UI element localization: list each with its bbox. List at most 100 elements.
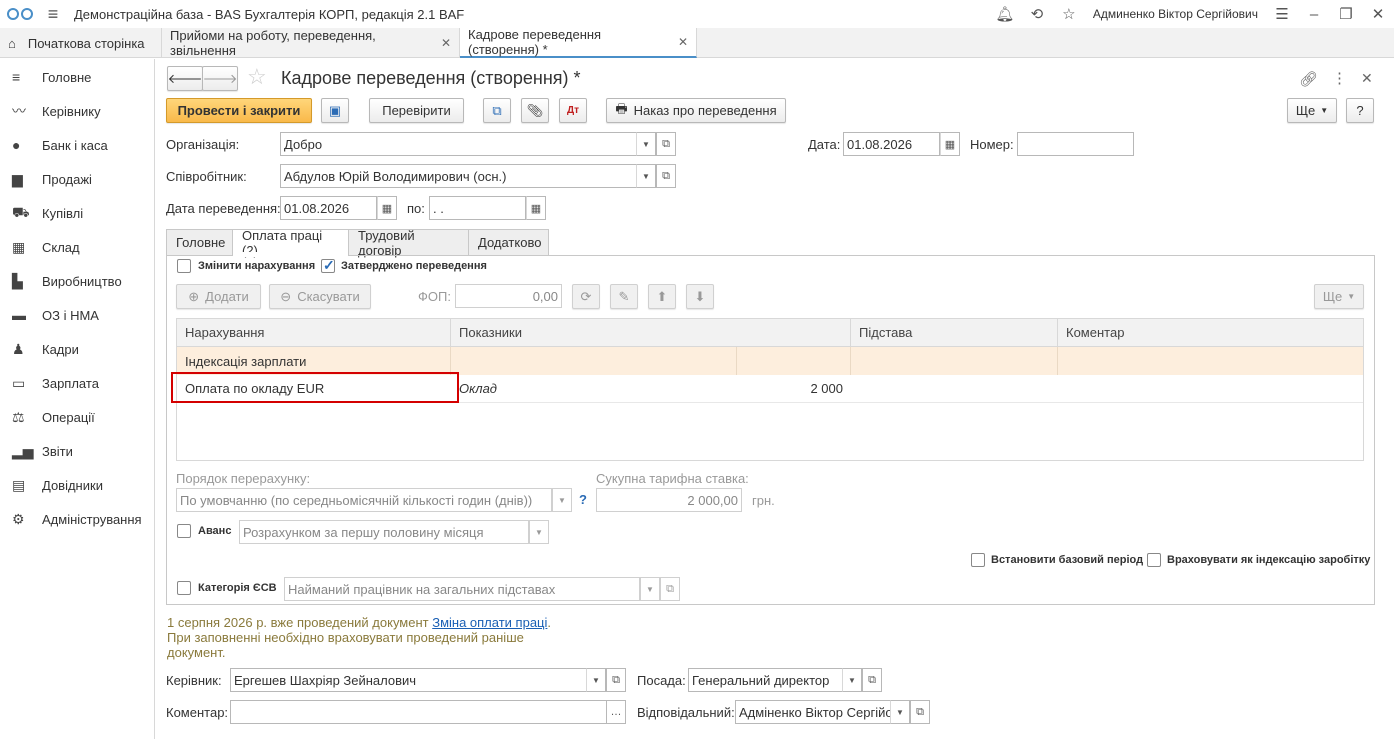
current-user[interactable]: Админенко Віктор Сергійович [1093, 7, 1258, 21]
sidebar-item-main[interactable]: ≡ Головне [0, 60, 154, 94]
org-field[interactable]: Добро [280, 132, 637, 156]
save-button[interactable]: ▣ [321, 98, 349, 123]
tab-home[interactable]: ⌂ Початкова сторінка [0, 28, 162, 58]
tab-main[interactable]: Головне [166, 229, 233, 256]
grid-more-button[interactable]: Ще ▼ [1314, 284, 1364, 309]
responsible-open-icon[interactable]: ⧉ [910, 700, 930, 724]
responsible-field[interactable]: Адміненко Віктор Сергійо [735, 700, 891, 724]
salary-change-link[interactable]: Зміна оплати праці [432, 615, 547, 630]
org-open-icon[interactable]: ⧉ [656, 132, 676, 156]
col-indicators[interactable]: Показники [451, 319, 851, 347]
main-menu-icon[interactable]: ≡ [40, 4, 66, 25]
date-field[interactable]: 01.08.2026 [843, 132, 940, 156]
tab-hiring-list[interactable]: Прийоми на роботу, переведення, звільнен… [162, 28, 460, 58]
sidebar-item-salary[interactable]: ▭ Зарплата [0, 366, 154, 400]
comment-field[interactable] [230, 700, 607, 724]
more-vertical-icon[interactable]: ⋮ [1332, 69, 1347, 87]
approved-checkbox[interactable] [321, 257, 335, 274]
value-cell[interactable]: 2 000 [737, 381, 851, 396]
col-comment[interactable]: Коментар [1058, 319, 1363, 347]
forward-button[interactable]: 🡒 [202, 66, 238, 91]
advance-field[interactable]: Розрахунком за першу половину місяця [239, 520, 529, 544]
app-logo-icon[interactable] [0, 0, 40, 28]
add-button[interactable]: ⊕ Додати [176, 284, 261, 309]
transfer-date-field[interactable]: 01.08.2026 [280, 196, 377, 220]
sidebar-item-production[interactable]: ▙ Виробництво [0, 264, 154, 298]
close-tab-icon[interactable]: ✕ [678, 35, 688, 49]
advance-checkbox[interactable] [177, 524, 191, 538]
calendar-icon[interactable]: ▦ [377, 196, 397, 220]
head-open-icon[interactable]: ⧉ [606, 668, 626, 692]
sidebar-item-sales[interactable]: ▆ Продажі [0, 162, 154, 196]
history-icon[interactable]: ⟲ [1021, 5, 1053, 23]
position-field[interactable]: Генеральний директор [688, 668, 843, 692]
col-basis[interactable]: Підстава [851, 319, 1058, 347]
advance-dropdown-icon[interactable]: ▼ [529, 520, 549, 544]
post-and-close-button[interactable]: Провести і закрити [166, 98, 312, 123]
org-dropdown-icon[interactable]: ▼ [636, 132, 656, 156]
to-date-field[interactable]: . . [429, 196, 526, 220]
back-button[interactable]: 🡐 [167, 66, 203, 91]
more-button[interactable]: Ще ▼ [1287, 98, 1337, 123]
move-up-button[interactable]: ⬆ [648, 284, 676, 309]
postings-button[interactable]: Дт [559, 98, 587, 123]
favorite-star-icon[interactable]: ☆ [247, 64, 267, 90]
calendar-icon[interactable]: ▦ [526, 196, 546, 220]
sidebar-item-admin[interactable]: ⚙ Адміністрування [0, 502, 154, 536]
sidebar-item-catalogs[interactable]: ▤ Довідники [0, 468, 154, 502]
restore-icon[interactable]: ❐ [1330, 5, 1362, 23]
sidebar-item-bank[interactable]: ● Банк і каса [0, 128, 154, 162]
indexation-checkbox[interactable] [1147, 553, 1161, 567]
employee-dropdown-icon[interactable]: ▼ [636, 164, 656, 188]
help-button[interactable]: ? [1346, 98, 1374, 123]
star-icon[interactable]: ☆ [1053, 5, 1085, 23]
calendar-icon[interactable]: ▦ [940, 132, 960, 156]
check-button[interactable]: Перевірити [369, 98, 464, 123]
position-dropdown-icon[interactable]: ▼ [842, 668, 862, 692]
bell-icon[interactable]: 🔔︎ [989, 5, 1021, 23]
link-icon[interactable]: 🔗︎ [1299, 70, 1318, 88]
base-period-checkbox[interactable] [971, 553, 985, 567]
sidebar-item-reports[interactable]: ▂▅ Звіти [0, 434, 154, 468]
tab-employment-contract[interactable]: Трудовий договір [348, 228, 469, 258]
transfer-order-button[interactable]: 🖶 Наказ про переведення [606, 98, 786, 123]
tab-transfer-doc[interactable]: Кадрове переведення (створення) * ✕ [460, 27, 697, 58]
sidebar-item-purchases[interactable]: ⛟ Купівлі [0, 196, 154, 230]
position-open-icon[interactable]: ⧉ [862, 668, 882, 692]
recalc-field[interactable]: По умовчанню (по середньомісячній кілько… [176, 488, 552, 512]
accrual-cell[interactable]: Індексація зарплати [177, 347, 451, 375]
close-window-icon[interactable]: ✕ [1362, 5, 1394, 23]
comment-ellipsis-icon[interactable]: … [606, 700, 626, 724]
sidebar-item-assets[interactable]: ▬ ОЗ і НМА [0, 298, 154, 332]
move-down-button[interactable]: ⬇ [686, 284, 714, 309]
number-field[interactable] [1017, 132, 1134, 156]
indicator-cell[interactable]: Оклад [451, 381, 737, 396]
sidebar-item-hr[interactable]: ♟ Кадри [0, 332, 154, 366]
col-accrual[interactable]: Нарахування [177, 319, 451, 347]
tab-additional[interactable]: Додатково [468, 229, 549, 256]
responsible-dropdown-icon[interactable]: ▼ [890, 700, 910, 724]
esv-dropdown-icon[interactable]: ▼ [640, 577, 660, 601]
esv-checkbox[interactable] [177, 581, 191, 595]
recalc-help-icon[interactable]: ? [579, 492, 587, 507]
minimize-icon[interactable]: – [1298, 6, 1330, 23]
refresh-button[interactable]: ⟳ [572, 284, 600, 309]
sidebar-item-operations[interactable]: ⚖ Операції [0, 400, 154, 434]
edit-button[interactable]: ✎ [610, 284, 638, 309]
recalc-dropdown-icon[interactable]: ▼ [552, 488, 572, 512]
table-row[interactable]: Індексація зарплати [177, 347, 1363, 375]
head-dropdown-icon[interactable]: ▼ [586, 668, 606, 692]
close-tab-icon[interactable]: ✕ [441, 36, 451, 50]
sidebar-item-warehouse[interactable]: ▦ Склад [0, 230, 154, 264]
esv-open-icon[interactable]: ⧉ [660, 577, 680, 601]
cancel-accrual-button[interactable]: ⊖ Скасувати [269, 284, 371, 309]
employee-field[interactable]: Абдулов Юрій Володимирович (осн.) [280, 164, 637, 188]
close-form-icon[interactable]: ✕ [1361, 70, 1373, 87]
structure-button[interactable]: ⧉ [483, 98, 511, 123]
settings-menu-icon[interactable]: ☰ [1266, 5, 1298, 23]
sidebar-item-manager[interactable]: 〰 Керівнику [0, 94, 154, 128]
esv-field[interactable]: Найманий працівник на загальних підстава… [284, 577, 640, 601]
change-accruals-checkbox[interactable] [177, 259, 191, 273]
fop-field[interactable]: 0,00 [455, 284, 562, 308]
head-field[interactable]: Ергешев Шахріяр Зейналович [230, 668, 587, 692]
